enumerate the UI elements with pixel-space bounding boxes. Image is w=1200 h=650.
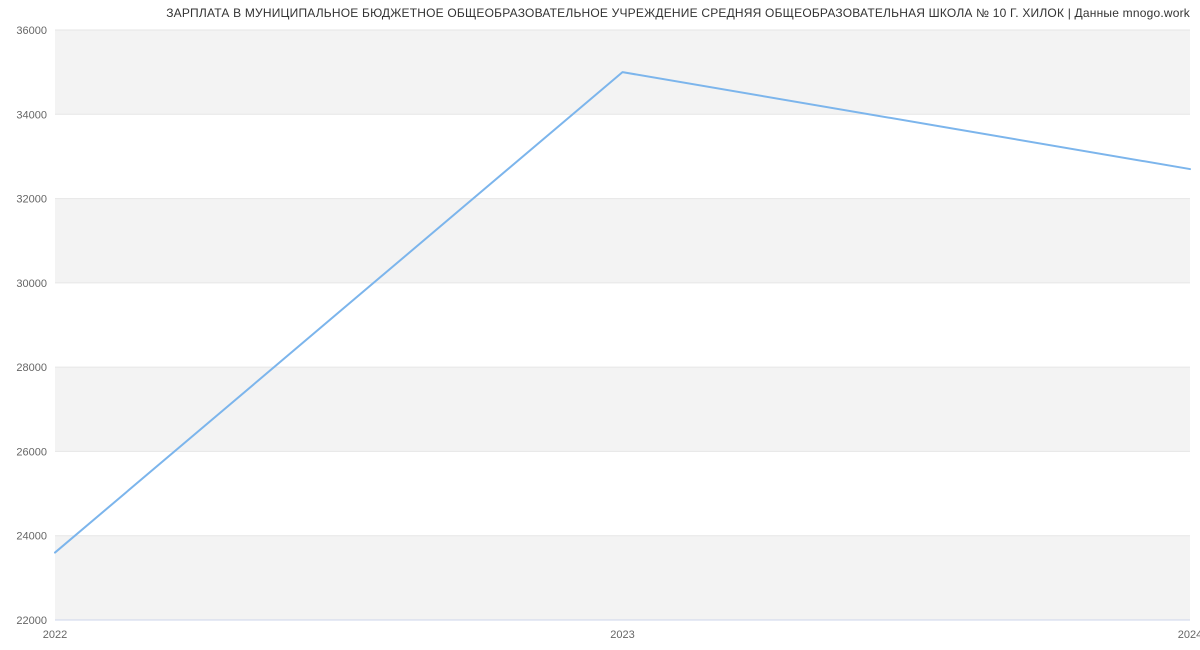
y-tick: 28000 <box>16 362 47 374</box>
y-tick: 26000 <box>16 446 47 458</box>
y-tick: 32000 <box>16 194 47 206</box>
grid-band <box>55 536 1190 620</box>
y-tick: 22000 <box>16 615 47 627</box>
x-tick: 2022 <box>43 629 67 641</box>
y-tick: 34000 <box>16 109 47 121</box>
y-tick: 36000 <box>16 25 47 37</box>
line-chart: 22000 24000 26000 28000 30000 32000 34000 36000… <box>0 0 1200 650</box>
svg-text:30000: 30000 <box>16 278 47 290</box>
svg-text:22000: 22000 <box>16 615 47 627</box>
svg-text:32000: 32000 <box>16 194 47 206</box>
svg-text:24000: 24000 <box>16 531 47 543</box>
y-tick: 24000 <box>16 531 47 543</box>
svg-text:2024: 2024 <box>1178 629 1200 641</box>
svg-text:34000: 34000 <box>16 109 47 121</box>
svg-text:28000: 28000 <box>16 362 47 374</box>
x-tick: 2023 <box>610 629 634 641</box>
svg-text:26000: 26000 <box>16 446 47 458</box>
svg-text:36000: 36000 <box>16 25 47 37</box>
grid-band <box>55 199 1190 283</box>
chart-title: ЗАРПЛАТА В МУНИЦИПАЛЬНОЕ БЮДЖЕТНОЕ ОБЩЕО… <box>166 6 1190 20</box>
svg-text:2022: 2022 <box>43 629 67 641</box>
svg-text:2023: 2023 <box>610 629 634 641</box>
y-tick: 30000 <box>16 278 47 290</box>
series-line <box>55 72 1190 552</box>
chart-container: ЗАРПЛАТА В МУНИЦИПАЛЬНОЕ БЮДЖЕТНОЕ ОБЩЕО… <box>0 0 1200 650</box>
x-tick: 2024 <box>1178 629 1200 641</box>
